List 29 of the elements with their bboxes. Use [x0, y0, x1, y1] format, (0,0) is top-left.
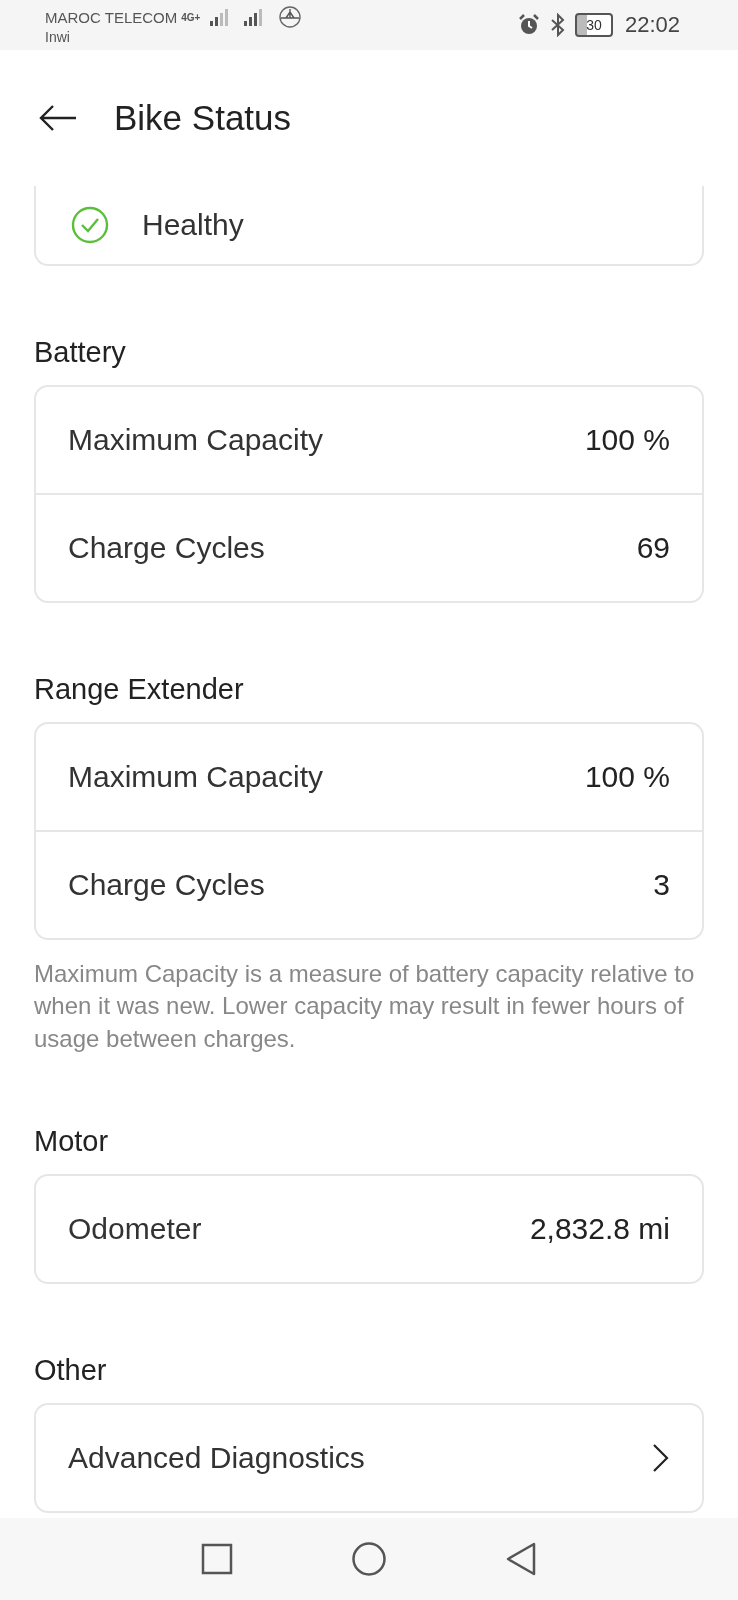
- row-label: Maximum Capacity: [68, 423, 324, 457]
- health-status: Healthy: [142, 208, 244, 242]
- row-label: Odometer: [68, 1212, 202, 1247]
- page-title: Bike Status: [114, 98, 292, 138]
- section-heading: Other: [34, 1354, 108, 1388]
- square-icon[interactable]: [201, 1543, 233, 1575]
- clock-time: 22:02: [624, 12, 680, 38]
- row-label: Charge Cycles: [68, 868, 265, 902]
- network-type: 4G+: [181, 11, 201, 23]
- row-value: 2,832.8 mi: [529, 1212, 670, 1247]
- back-triangle-icon[interactable]: [505, 1542, 537, 1576]
- row-label: Maximum Capacity: [68, 760, 324, 794]
- battery-icon: 30: [574, 13, 613, 37]
- emblem-icon: [278, 5, 303, 29]
- row-label[interactable]: Advanced Diagnostics: [68, 1441, 365, 1476]
- carrier-name: MAROC TELECOM: [45, 8, 178, 26]
- section-heading: Motor: [34, 1125, 110, 1159]
- info-note: Maximum Capacity is a measure of battery capacity relative to when it was new. Lower capacity may result in fewer hours of usage between charges.: [34, 959, 696, 1054]
- row-label: Charge Cycles: [68, 531, 265, 565]
- row-value: 3: [653, 868, 670, 902]
- section-heading: Range Extender: [34, 673, 245, 706]
- row-value: 100 %: [584, 760, 670, 794]
- back-arrow-icon[interactable]: [38, 103, 78, 133]
- section-heading: Battery: [34, 336, 127, 369]
- row-value: 69: [636, 531, 670, 565]
- check-circle-icon: [70, 205, 110, 245]
- carrier-name: Inwi: [45, 29, 71, 45]
- row-value: 100 %: [584, 423, 670, 457]
- home-circle-icon[interactable]: [351, 1541, 387, 1577]
